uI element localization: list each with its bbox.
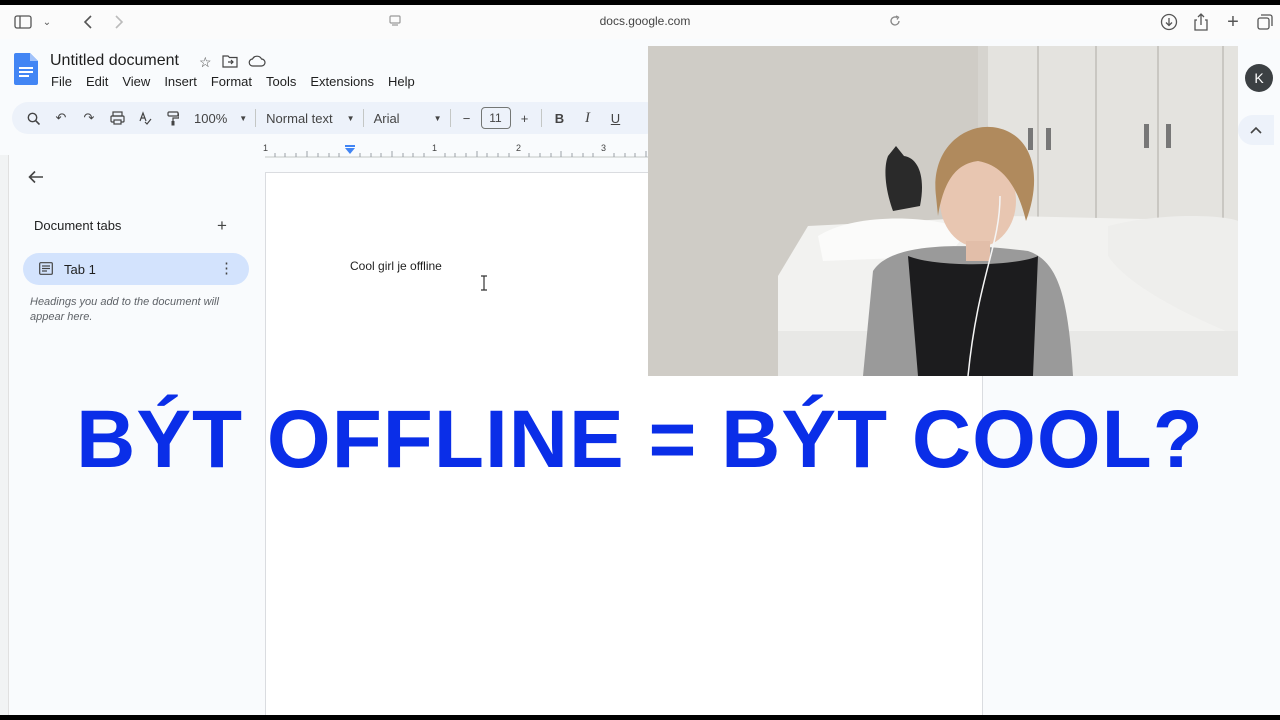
print-icon[interactable] xyxy=(106,106,128,130)
share-icon[interactable] xyxy=(1190,11,1212,33)
zoom-select[interactable]: 100% ▼ xyxy=(194,106,247,130)
bold-button[interactable]: B xyxy=(550,106,570,130)
caret-down-icon: ▼ xyxy=(346,113,355,123)
font-size-input[interactable]: 11 xyxy=(480,107,511,129)
headings-hint: Headings you add to the document will ap… xyxy=(30,296,219,323)
cloud-status-icon[interactable] xyxy=(248,54,266,71)
webcam-scene-image xyxy=(648,46,1238,376)
star-icon[interactable]: ☆ xyxy=(199,54,212,71)
style-value: Normal text xyxy=(266,110,333,126)
paint-format-icon[interactable] xyxy=(162,106,184,130)
font-value: Arial xyxy=(373,110,400,126)
move-folder-icon[interactable] xyxy=(221,54,238,71)
menu-help[interactable]: Help xyxy=(388,74,415,89)
reload-icon[interactable] xyxy=(888,14,902,33)
tab-item-tab-1[interactable]: Tab 1 ⋮ xyxy=(23,253,249,285)
new-tab-icon[interactable]: + xyxy=(1222,11,1244,33)
spellcheck-icon[interactable] xyxy=(134,106,156,130)
tab-label: Tab 1 xyxy=(64,262,96,277)
docs-logo-icon[interactable] xyxy=(14,53,38,85)
horizontal-ruler[interactable]: 1 1 2 3 xyxy=(263,143,655,159)
add-tab-icon[interactable]: + xyxy=(217,216,227,236)
menu-extensions[interactable]: Extensions xyxy=(310,74,374,89)
screen: ⌄ docs.google.com + Untitled document ☆ … xyxy=(0,5,1280,715)
underline-button[interactable]: U xyxy=(606,106,626,130)
menu-format[interactable]: Format xyxy=(211,74,252,89)
indent-marker-icon[interactable] xyxy=(345,148,355,154)
ruler-label: 1 xyxy=(263,143,269,153)
document-tabs-heading: Document tabs xyxy=(34,218,122,233)
zoom-value: 100% xyxy=(194,110,228,126)
text-cursor-icon xyxy=(480,275,488,294)
font-select[interactable]: Arial ▼ xyxy=(374,106,442,130)
title-actions: ☆ xyxy=(199,54,266,71)
overlay-headline: BÝT OFFLINE = BÝT COOL? xyxy=(76,394,1204,485)
ruler-label: 1 xyxy=(432,143,438,153)
more-options-icon[interactable]: ⋮ xyxy=(219,259,234,277)
document-tab-icon xyxy=(39,262,53,275)
collapse-menus-icon[interactable] xyxy=(1238,115,1274,145)
menu-edit[interactable]: Edit xyxy=(86,74,108,89)
browser-toolbar: ⌄ docs.google.com + xyxy=(0,5,1280,39)
menu-bar: File Edit View Insert Format Tools Exten… xyxy=(51,74,429,89)
ruler-label: 2 xyxy=(516,143,522,153)
forward-nav-icon[interactable] xyxy=(108,11,130,33)
italic-button[interactable]: I xyxy=(578,106,598,130)
formatting-toolbar: ↶ ↷ 100% ▼ Normal text ▼ Arial ▼ − 11 + B I… xyxy=(12,102,662,134)
menu-file[interactable]: File xyxy=(51,74,72,89)
chevron-down-icon[interactable]: ⌄ xyxy=(36,11,58,33)
toolbar-divider xyxy=(449,109,451,127)
redo-icon[interactable]: ↷ xyxy=(78,106,100,130)
caret-down-icon: ▼ xyxy=(433,113,442,123)
menu-view[interactable]: View xyxy=(122,74,150,89)
avatar[interactable]: K xyxy=(1245,64,1273,92)
back-nav-icon[interactable] xyxy=(77,11,99,33)
ruler-label: 3 xyxy=(601,143,607,153)
sidebar-toggle-icon[interactable] xyxy=(12,11,34,33)
downloads-icon[interactable] xyxy=(1158,11,1180,33)
address-bar[interactable]: docs.google.com xyxy=(382,9,908,35)
style-select[interactable]: Normal text ▼ xyxy=(266,106,354,130)
document-title[interactable]: Untitled document xyxy=(50,52,179,70)
toolbar-divider xyxy=(540,109,542,127)
undo-icon[interactable]: ↶ xyxy=(50,106,72,130)
decrease-font-size-button[interactable]: − xyxy=(459,106,475,130)
toolbar-divider xyxy=(362,109,364,127)
search-icon[interactable] xyxy=(22,106,44,130)
close-outline-arrow-icon[interactable] xyxy=(28,168,44,189)
toolbar-divider xyxy=(255,109,257,127)
webcam-video-overlay xyxy=(648,46,1238,376)
caret-down-icon: ▼ xyxy=(239,113,248,123)
tab-overview-icon[interactable] xyxy=(1254,11,1276,33)
increase-font-size-button[interactable]: + xyxy=(517,106,533,130)
url-text: docs.google.com xyxy=(599,14,691,28)
menu-insert[interactable]: Insert xyxy=(164,74,197,89)
document-body-text[interactable]: Cool girl je offline xyxy=(350,259,442,273)
menu-tools[interactable]: Tools xyxy=(266,74,296,89)
